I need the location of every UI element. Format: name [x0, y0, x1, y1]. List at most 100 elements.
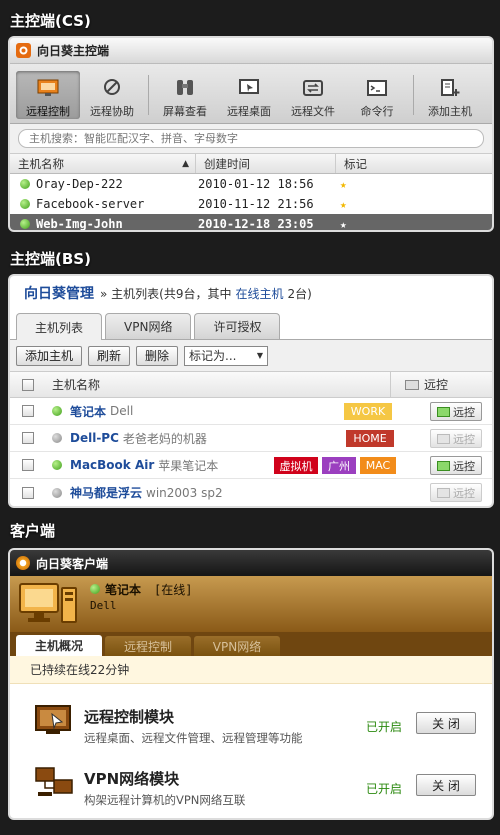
bs-brand[interactable]: 向日葵管理 — [24, 283, 94, 303]
host-name: Web-Img-John — [36, 217, 123, 230]
row-checkbox[interactable] — [22, 486, 34, 499]
col-mark-label: 标记 — [344, 156, 367, 171]
add-host-label: 添加主机 — [428, 105, 472, 118]
col-mark[interactable]: 标记 — [336, 154, 490, 173]
add-host-icon — [438, 77, 462, 99]
tab-license[interactable]: 许可授权 — [194, 313, 281, 339]
client-host-sub: Dell — [90, 599, 117, 612]
remote-control-label: 远控 — [453, 486, 475, 500]
host-search-input[interactable] — [18, 129, 484, 148]
table-row[interactable]: MacBook Air 苹果笔记本 虚拟机 广州 MAC 远控 — [10, 452, 492, 479]
bs-table-header: 主机名称 远控 — [10, 371, 492, 398]
mark-as-value: 标记为... — [189, 349, 237, 363]
host-name-link[interactable]: Dell-PC — [70, 431, 119, 445]
cs-toolbar: 远程控制 远程协助 屏幕查看 远程桌面 远程文件 命令行 添加主机 — [10, 64, 492, 124]
module-vpn: VPN网络模块 构架远程计算机的VPN网络互联 已开启 关 闭 — [10, 754, 492, 816]
remote-screen-icon — [437, 406, 450, 417]
binoculars-icon — [173, 77, 197, 99]
remote-desktop-button[interactable]: 远程桌面 — [217, 71, 281, 119]
tab-host-list[interactable]: 主机列表 — [16, 313, 103, 340]
remote-control-button[interactable]: 远程控制 — [16, 71, 80, 119]
online-status-icon — [20, 179, 30, 189]
module-title: 远程控制模块 — [84, 708, 175, 726]
online-status-icon — [52, 460, 62, 470]
remote-desktop-label: 远程桌面 — [227, 105, 271, 118]
created-time: 2010-12-18 23:05 — [198, 217, 314, 230]
tab-vpn-network[interactable]: VPN网络 — [105, 313, 192, 339]
toolbar-divider — [148, 75, 149, 115]
module-close-button[interactable]: 关 闭 — [416, 774, 476, 796]
table-row[interactable]: 笔记本 Dell WORK 远控 — [10, 398, 492, 425]
host-search-bar — [10, 124, 492, 154]
remote-control-label: 远控 — [453, 405, 475, 419]
remote-header-icon — [405, 379, 419, 390]
screen-view-button[interactable]: 屏幕查看 — [153, 71, 217, 119]
bs-breadcrumb: 向日葵管理 » 主机列表(共9台，其中 在线主机 2台) — [10, 276, 492, 310]
host-desc: 老爸老妈的机器 — [122, 431, 207, 446]
tab-remote-control[interactable]: 远程控制 — [105, 636, 191, 656]
remote-control-button[interactable]: 远控 — [430, 402, 482, 421]
cs-titlebar: 向日葵主控端 — [10, 38, 492, 64]
delete-button[interactable]: 删除 — [136, 345, 179, 366]
star-icon[interactable]: ★ — [340, 178, 347, 191]
module-state: 已开启 — [366, 782, 403, 796]
remote-control-button-disabled: 远控 — [430, 429, 482, 448]
client-host-status: [在线] — [154, 583, 193, 597]
module-title: VPN网络模块 — [84, 770, 180, 788]
online-hosts-link[interactable]: 在线主机 — [235, 285, 283, 302]
select-all-checkbox[interactable] — [22, 378, 34, 391]
add-host-button[interactable]: 添加主机 — [418, 71, 482, 119]
bs-tabs: 主机列表 VPN网络 许可授权 — [10, 310, 492, 340]
host-desc: win2003 sp2 — [146, 485, 223, 500]
host-name: Facebook-server — [36, 197, 145, 211]
breadcrumb-suffix: 2台) — [287, 286, 312, 301]
remote-control-module-icon — [34, 704, 74, 741]
module-close-button[interactable]: 关 闭 — [416, 712, 476, 734]
module-state: 已开启 — [366, 720, 403, 734]
row-checkbox[interactable] — [22, 432, 34, 444]
star-icon[interactable]: ★ — [340, 198, 347, 211]
row-checkbox[interactable] — [22, 405, 34, 417]
command-line-button[interactable]: 命令行 — [345, 71, 409, 119]
online-status-icon — [20, 219, 30, 229]
tag-badge: MAC — [360, 457, 396, 474]
tab-host-overview[interactable]: 主机概况 — [16, 635, 102, 656]
offline-status-icon — [52, 433, 62, 443]
module-desc: 远程桌面、远程文件管理、远程管理等功能 — [84, 731, 303, 745]
host-name-link[interactable]: MacBook Air — [70, 458, 154, 472]
mark-as-select[interactable]: 标记为... ▼ — [184, 345, 269, 366]
host-name-link[interactable]: 神马都是浮云 — [70, 484, 142, 501]
host-name-link[interactable]: 笔记本 — [70, 403, 106, 420]
star-icon[interactable]: ★ — [340, 218, 347, 231]
created-time: 2010-01-12 18:56 — [198, 177, 314, 191]
remote-control-label: 远控 — [453, 459, 475, 473]
remote-control-icon — [36, 77, 60, 99]
remote-assist-button[interactable]: 远程协助 — [80, 71, 144, 119]
offline-status-icon — [52, 487, 62, 498]
remote-screen-icon — [437, 460, 450, 471]
col-host-name[interactable]: 主机名称 ▲ — [10, 154, 196, 173]
row-checkbox[interactable] — [22, 459, 34, 471]
host-name: Oray-Dep-222 — [36, 177, 123, 191]
tab-vpn-network[interactable]: VPN网络 — [194, 636, 280, 656]
tag-badge: 虚拟机 — [274, 457, 318, 474]
screen-view-label: 屏幕查看 — [163, 105, 207, 118]
created-time: 2010-11-12 21:56 — [198, 197, 314, 211]
remote-file-button[interactable]: 远程文件 — [281, 71, 345, 119]
table-row[interactable]: Oray-Dep-222 2010-01-12 18:56 ★ — [10, 174, 492, 194]
col-remote: 远控 — [390, 371, 448, 398]
col-host-name-label: 主机名称 — [52, 378, 101, 392]
refresh-button[interactable]: 刷新 — [88, 345, 131, 366]
remote-control-label: 远控 — [453, 432, 475, 446]
col-created-time[interactable]: 创建时间 — [196, 154, 336, 173]
table-row[interactable]: 神马都是浮云 win2003 sp2 远控 — [10, 479, 492, 506]
dropdown-arrow-icon: ▼ — [256, 351, 264, 360]
table-row[interactable]: Facebook-server 2010-11-12 21:56 ★ — [10, 194, 492, 214]
table-row[interactable]: Dell-PC 老爸老妈的机器 HOME 远控 — [10, 425, 492, 452]
table-row-selected[interactable]: Web-Img-John 2010-12-18 23:05 ★ — [10, 214, 492, 230]
sunflower-logo-icon — [16, 43, 31, 58]
add-host-button[interactable]: 添加主机 — [16, 345, 83, 366]
client-tabs: 主机概况 远程控制 VPN网络 — [10, 632, 492, 656]
remote-desktop-icon — [237, 77, 261, 99]
remote-control-button[interactable]: 远控 — [430, 456, 482, 475]
